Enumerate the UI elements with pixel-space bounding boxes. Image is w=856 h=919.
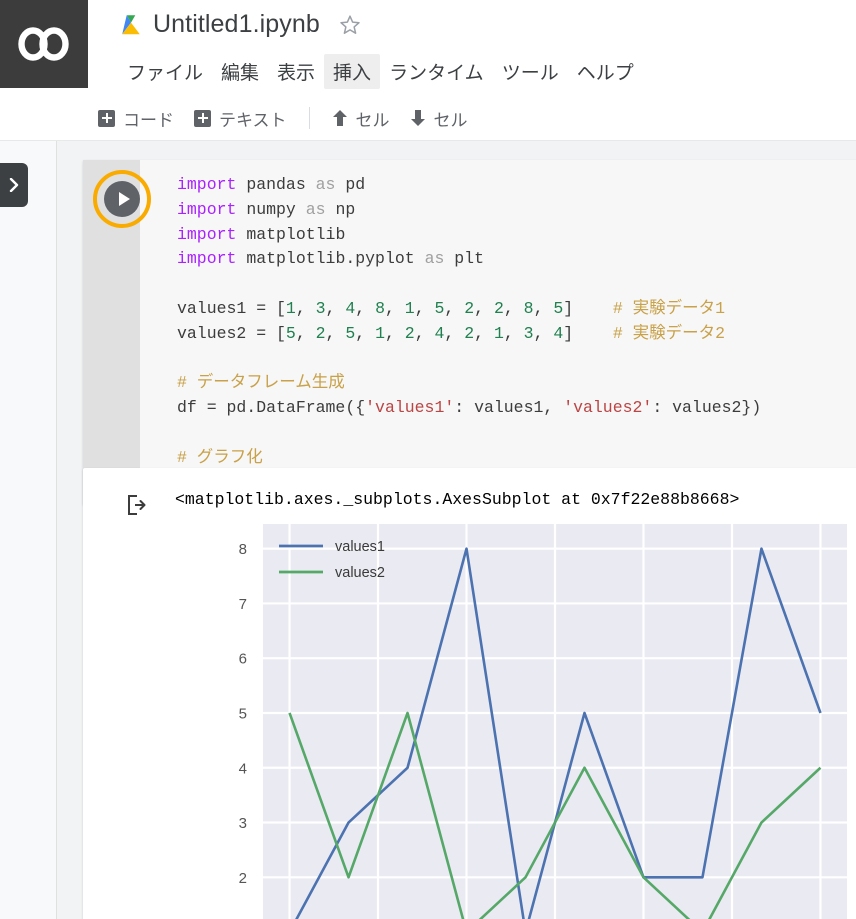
- page-title[interactable]: Untitled1.ipynb: [153, 10, 320, 39]
- arrow-up-icon: [332, 110, 347, 126]
- move-cell-up-label: セル: [355, 110, 390, 130]
- svg-text:values1: values1: [335, 539, 385, 555]
- matplotlib-figure: 8 7 6 5 4 3 2 values1 values2: [175, 524, 856, 919]
- left-sidebar-rail: [0, 141, 57, 919]
- svg-text:3: 3: [239, 815, 247, 832]
- notebook-scroll-area: import pandas as pd import numpy as np i…: [57, 141, 856, 919]
- add-code-cell-label: コード: [123, 110, 174, 130]
- output-cell: <matplotlib.axes._subplots.AxesSubplot a…: [83, 468, 856, 919]
- move-cell-down-label: セル: [433, 110, 468, 130]
- output-repr-text: <matplotlib.axes._subplots.AxesSubplot a…: [175, 490, 740, 509]
- svg-text:4: 4: [239, 760, 247, 777]
- toolbar-divider: [308, 107, 310, 129]
- star-outline-icon[interactable]: [338, 13, 362, 37]
- output-arrow-icon: [128, 495, 146, 515]
- menu-item-help[interactable]: ヘルプ: [568, 54, 643, 89]
- google-drive-icon: [122, 14, 140, 34]
- document-title-row: Untitled1.ipynb: [118, 10, 362, 39]
- add-code-cell-button[interactable]: コード: [88, 102, 184, 135]
- svg-text:2: 2: [239, 870, 247, 887]
- add-text-cell-label: テキスト: [219, 110, 287, 130]
- code-cell[interactable]: import pandas as pd import numpy as np i…: [83, 160, 856, 506]
- expand-sidebar-button[interactable]: [0, 163, 28, 207]
- svg-text:5: 5: [239, 705, 247, 722]
- colab-logo-glyph: [18, 27, 69, 61]
- plus-square-icon: [98, 109, 115, 127]
- move-cell-up-button[interactable]: セル: [322, 102, 400, 135]
- colab-notebook-window: Untitled1.ipynb ファイル 編集 表示 挿入 ランタイム ツール …: [0, 0, 856, 919]
- menu-item-tools[interactable]: ツール: [493, 54, 568, 89]
- menu-item-file[interactable]: ファイル: [118, 54, 212, 89]
- menu-item-edit[interactable]: 編集: [212, 54, 268, 89]
- menu-item-insert[interactable]: 挿入: [324, 54, 381, 89]
- chevron-right-icon: [9, 178, 19, 192]
- menu-bar: ファイル 編集 表示 挿入 ランタイム ツール ヘルプ: [118, 54, 643, 89]
- colab-logo[interactable]: [0, 0, 88, 88]
- move-cell-down-button[interactable]: セル: [400, 102, 478, 135]
- notebook-toolbar: コード テキスト セル セル: [88, 96, 856, 140]
- menu-item-runtime[interactable]: ランタイム: [380, 54, 493, 89]
- svg-text:6: 6: [239, 651, 247, 668]
- svg-text:values2: values2: [335, 565, 385, 581]
- add-text-cell-button[interactable]: テキスト: [184, 102, 297, 135]
- arrow-down-icon: [410, 110, 425, 126]
- menu-item-view[interactable]: 表示: [268, 54, 324, 89]
- plus-square-icon: [194, 109, 211, 127]
- svg-text:8: 8: [239, 541, 247, 558]
- run-cell-button[interactable]: [104, 181, 140, 217]
- line-chart: 8 7 6 5 4 3 2 values1 values2: [239, 524, 847, 919]
- code-editor[interactable]: import pandas as pd import numpy as np i…: [83, 160, 856, 505]
- svg-text:7: 7: [239, 596, 247, 613]
- play-icon: [118, 192, 130, 206]
